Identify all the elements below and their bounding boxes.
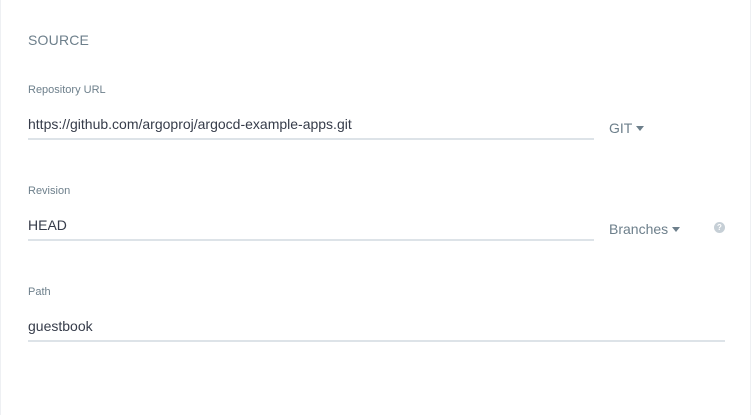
revision-ref-dropdown[interactable]: Branches	[609, 221, 681, 237]
question-circle-icon[interactable]: ?	[714, 222, 725, 233]
section-title: SOURCE	[28, 32, 90, 48]
revision-label: Revision	[28, 185, 71, 197]
path-label: Path	[28, 286, 51, 298]
revision-ref-selected: Branches	[609, 221, 669, 237]
path-input[interactable]	[28, 312, 725, 342]
repository-url-input[interactable]	[28, 110, 594, 140]
caret-down-icon	[636, 126, 645, 131]
repo-type-dropdown[interactable]: GIT	[609, 120, 645, 136]
repo-type-selected: GIT	[609, 120, 633, 136]
source-section: SOURCE Repository URL GIT Revision Branc…	[0, 0, 751, 415]
repository-url-label: Repository URL	[28, 84, 106, 96]
revision-input[interactable]	[28, 211, 594, 241]
caret-down-icon	[672, 227, 681, 232]
